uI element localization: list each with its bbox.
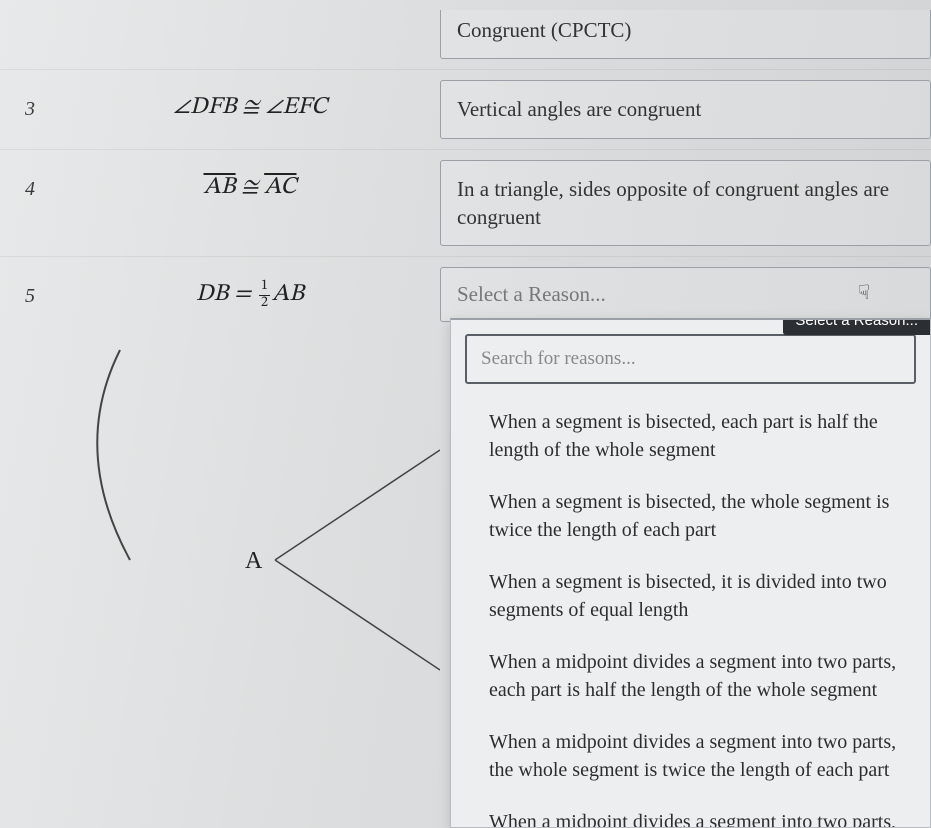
- reason-box[interactable]: Congruent (CPCTC): [440, 10, 931, 59]
- reason-option[interactable]: When a midpoint divides a segment into t…: [451, 796, 930, 828]
- reason-option[interactable]: When a segment is bisected, the whole se…: [451, 476, 930, 556]
- statement-cell: [60, 4, 440, 48]
- proof-row: 3 ∠DFB ≅ ∠EFC Vertical angles are congru…: [0, 70, 931, 149]
- reason-dropdown: Select a Reason... When a segment is bis…: [450, 318, 931, 828]
- statement-cell: ∠DFB ≅ ∠EFC: [60, 70, 440, 144]
- reason-box[interactable]: In a triangle, sides opposite of congrue…: [440, 160, 931, 247]
- reason-cell: Congruent (CPCTC): [440, 4, 931, 69]
- proof-page: Congruent (CPCTC) 3 ∠DFB ≅ ∠EFC Vertical…: [0, 0, 931, 828]
- proof-row: Congruent (CPCTC): [0, 4, 931, 70]
- step-number: 4: [0, 150, 60, 201]
- reason-option[interactable]: When a midpoint divides a segment into t…: [451, 716, 930, 796]
- geometry-diagram: A: [60, 330, 440, 750]
- reason-option[interactable]: When a segment is bisected, it is divide…: [451, 556, 930, 636]
- reason-box[interactable]: Vertical angles are congruent: [440, 80, 931, 138]
- pointer-cursor-icon: ☟: [858, 280, 870, 305]
- reason-cell: In a triangle, sides opposite of congrue…: [440, 150, 931, 257]
- statement-cell: DB = 12AB: [60, 257, 440, 332]
- step-number: 3: [0, 70, 60, 121]
- reason-option[interactable]: When a segment is bisected, each part is…: [451, 396, 930, 476]
- reason-search-input[interactable]: [465, 334, 916, 384]
- proof-row: 4 AB ≅ AC In a triangle, sides opposite …: [0, 150, 931, 258]
- reason-select-placeholder: Select a Reason...: [457, 282, 606, 306]
- reason-cell: Vertical angles are congruent: [440, 70, 931, 148]
- statement-cell: AB ≅ AC: [60, 150, 440, 224]
- dropdown-options: When a segment is bisected, each part is…: [451, 392, 930, 828]
- step-number: [0, 4, 60, 32]
- reason-option[interactable]: When a midpoint divides a segment into t…: [451, 636, 930, 716]
- step-number: 5: [0, 257, 60, 308]
- point-label-a: A: [245, 548, 262, 575]
- reason-select[interactable]: Select a Reason... ☟: [440, 267, 931, 322]
- dropdown-tooltip: Select a Reason...: [783, 318, 930, 335]
